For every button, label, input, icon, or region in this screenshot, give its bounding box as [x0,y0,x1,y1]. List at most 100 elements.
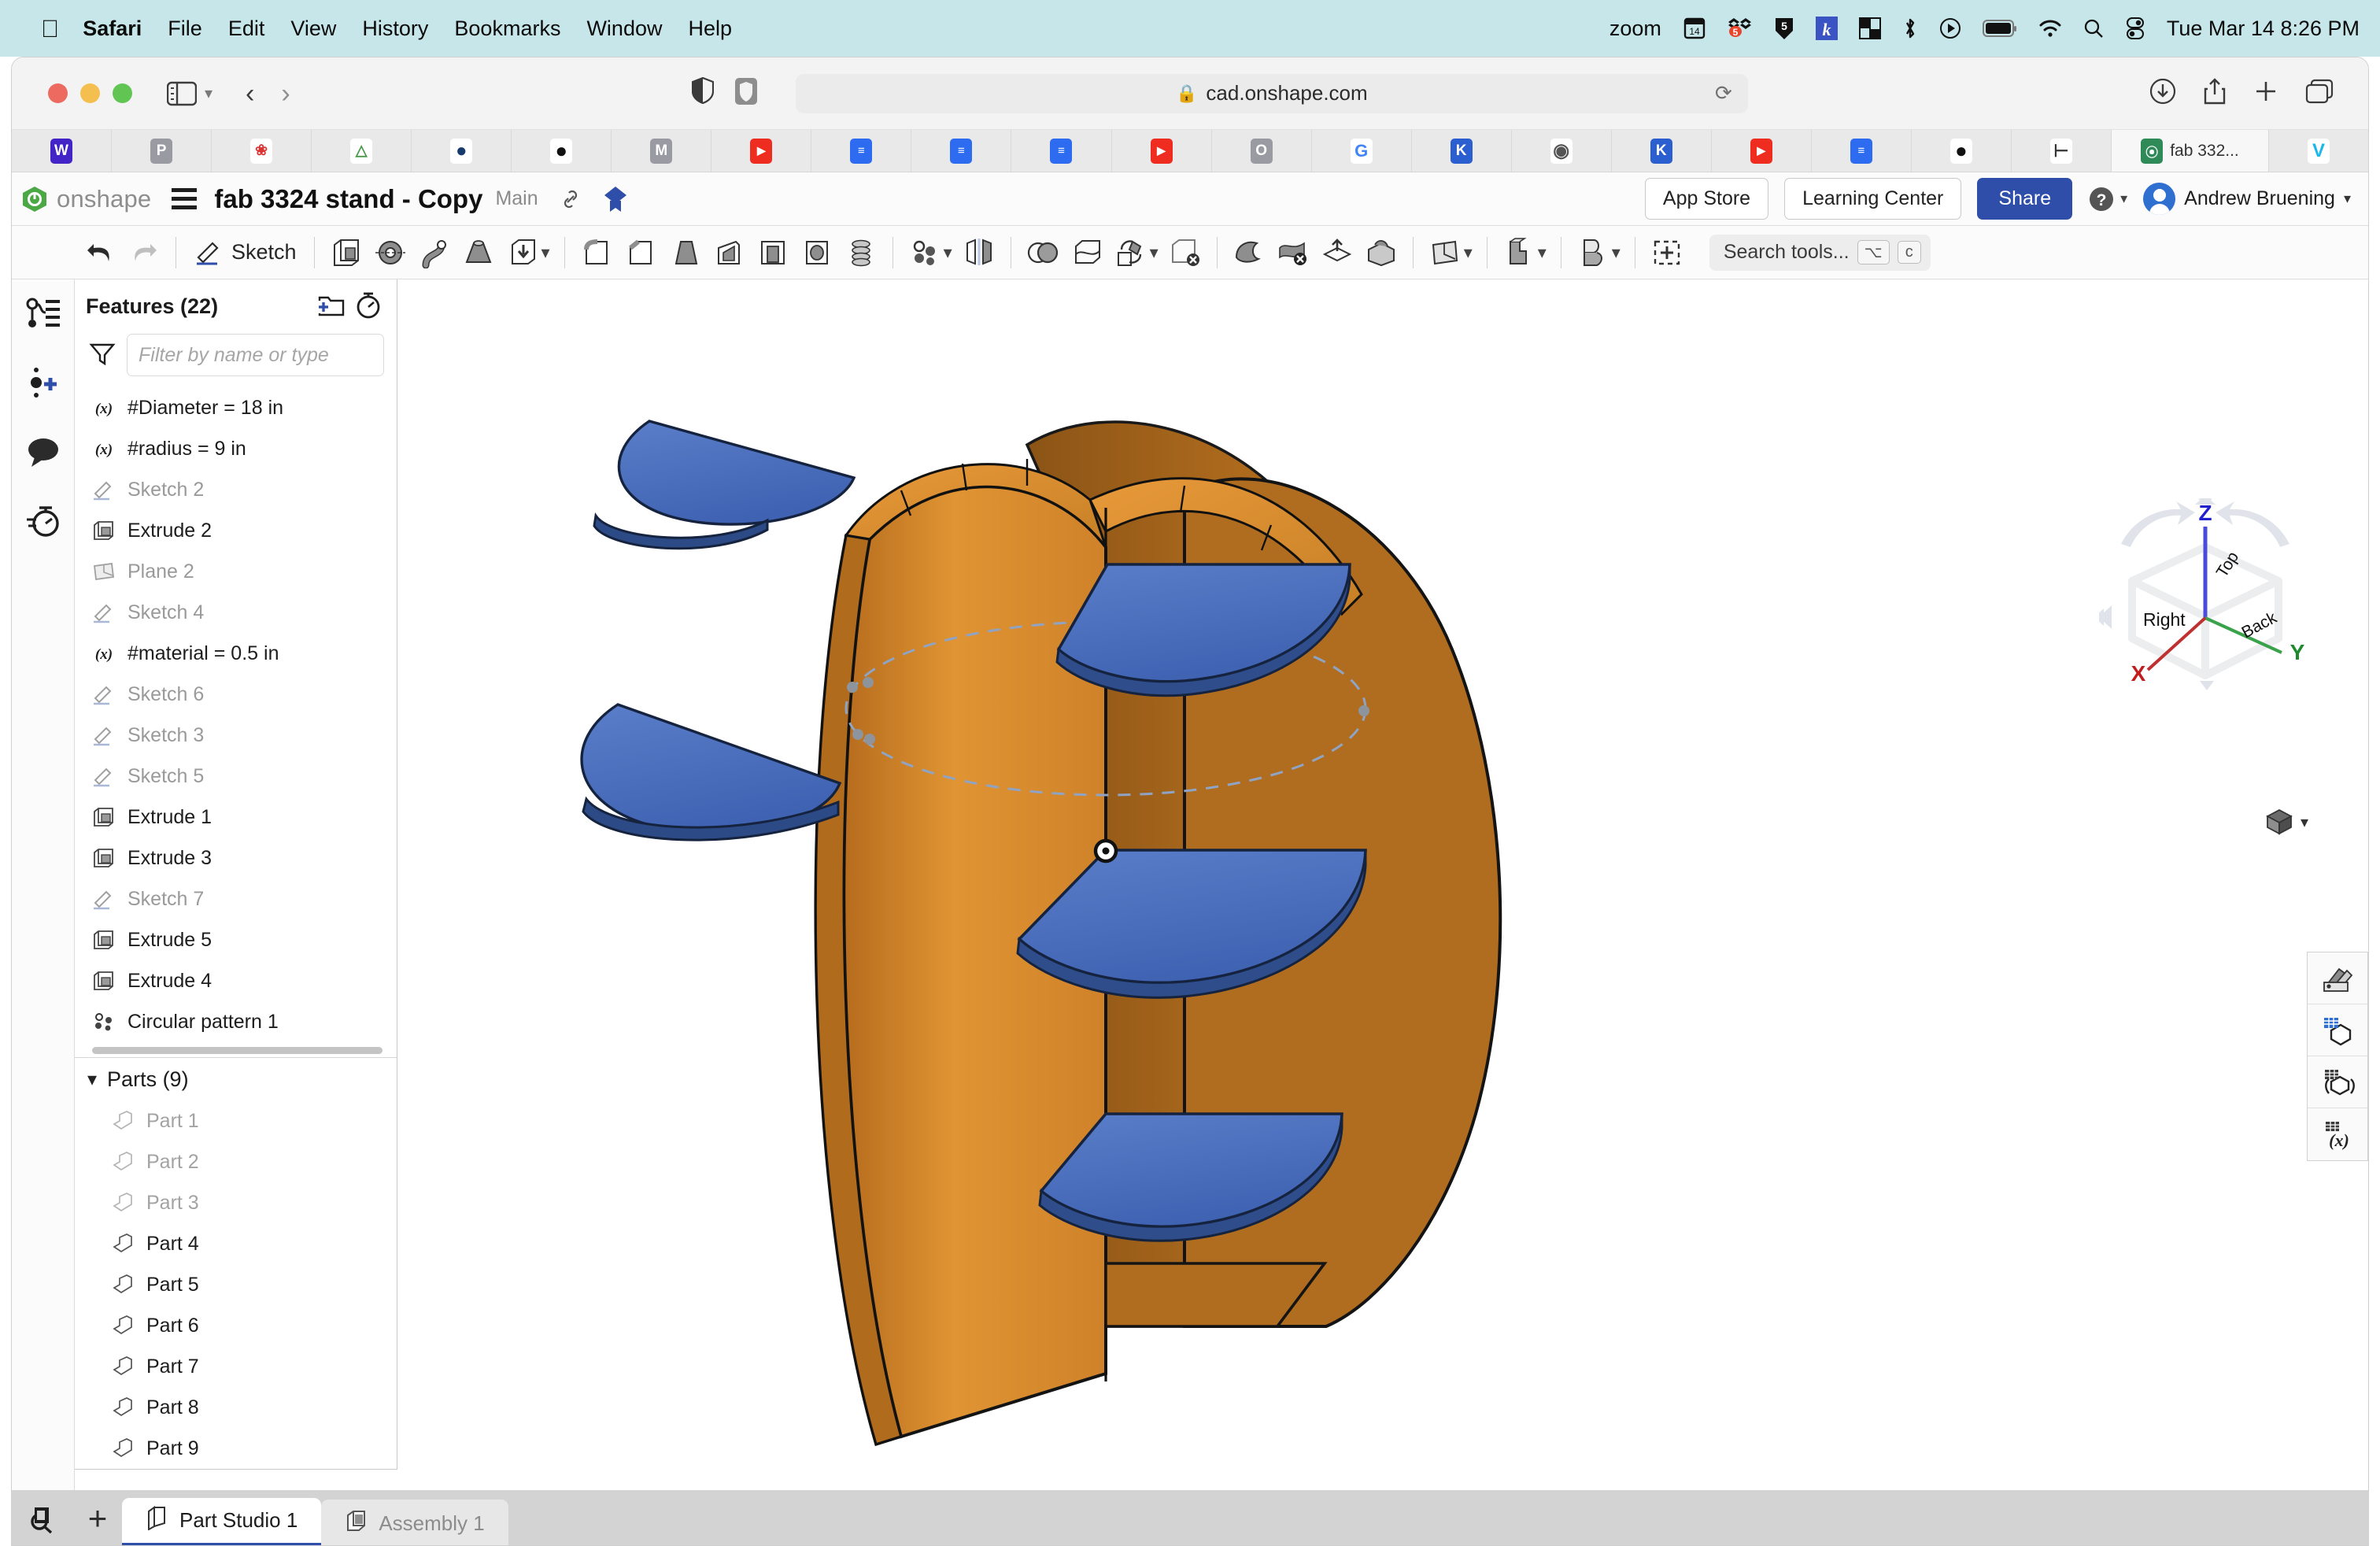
variable-studio-icon[interactable]: (x) [2308,1108,2367,1160]
fillet-icon[interactable] [575,231,619,275]
configuration-icon[interactable] [2308,1056,2367,1108]
chevron-down-icon[interactable]: ▾ [1464,242,1477,263]
thread-icon[interactable] [839,231,883,275]
share-icon[interactable] [2203,78,2227,109]
menu-file[interactable]: File [168,17,202,41]
play-circle-icon[interactable] [1939,17,1961,39]
tab-git[interactable]: ⊢ [2012,130,2112,172]
redo-icon[interactable] [122,231,166,275]
undo-icon[interactable] [78,231,122,275]
chevron-down-icon[interactable]: ▾ [1150,242,1163,263]
tab-doc-3[interactable]: ≡ [1011,130,1112,172]
pattern-icon[interactable] [903,231,947,275]
add-version-icon[interactable] [24,363,63,402]
search-tools-box[interactable]: Search tools... ⌥ c [1709,234,1931,271]
chevron-down-icon[interactable]: ▾ [944,242,957,263]
zoom-status-item[interactable]: zoom [1609,17,1661,41]
tab-github[interactable]: ● [512,130,612,172]
menu-edit[interactable]: Edit [228,17,265,41]
tab-active-onshape[interactable]: ⦿ fab 332... [2111,130,2269,172]
filter-icon[interactable] [89,340,116,371]
appearance-icon[interactable] [2308,952,2367,1004]
sidebar-chevron-down-icon[interactable]: ▾ [205,83,213,103]
enclose-icon[interactable] [1359,231,1403,275]
feature-row[interactable]: (x) #material = 0.5 in [75,633,397,674]
feature-row[interactable]: Plane 2 [75,551,397,592]
menu-safari[interactable]: Safari [83,17,142,41]
feature-row[interactable]: Extrude 3 [75,838,397,878]
window-controls[interactable] [48,83,132,103]
address-bar[interactable]: 🔒 cad.onshape.com ⟳ [795,73,1748,113]
tab-p[interactable]: P [112,130,213,172]
filter-input[interactable]: Filter by name or type [127,334,384,376]
feature-row[interactable]: Extrude 1 [75,797,397,838]
tab-youtube-3[interactable]: ▶ [1712,130,1812,172]
chevron-down-icon[interactable]: ▾ [1612,242,1625,263]
tab-k-2[interactable]: K [1612,130,1712,172]
rotate-right-arrow[interactable] [2216,501,2289,547]
sidebar-toggle-icon[interactable] [167,81,197,106]
back-button[interactable]: ‹ [246,80,254,107]
chevron-down-icon[interactable]: ▾ [87,1068,97,1091]
feature-row[interactable]: Sketch 5 [75,756,397,797]
karabiner-k-icon[interactable]: k [1815,17,1838,40]
calendar-icon[interactable]: 14 [1683,17,1706,40]
chamfer-icon[interactable] [619,231,663,275]
chevron-down-icon[interactable]: ▾ [541,242,555,263]
mirror-icon[interactable] [957,231,1001,275]
help-menu[interactable]: ? ▾ [2088,186,2127,213]
link-icon[interactable] [559,187,582,211]
battery-icon[interactable] [1982,19,2017,38]
close-window-button[interactable] [48,83,68,103]
rotate-side-arrow[interactable] [2099,605,2112,629]
part-row[interactable]: Part 6 [75,1305,397,1346]
new-folder-icon[interactable] [316,291,346,322]
tab-m[interactable]: M [612,130,712,172]
tab-tree[interactable]: △ [312,130,412,172]
onshape-badge-icon[interactable] [603,186,628,213]
delete-face-icon[interactable] [1271,231,1315,275]
part-row[interactable]: Part 5 [75,1264,397,1305]
move-face-icon[interactable] [1315,231,1359,275]
draft-icon[interactable] [663,231,707,275]
loft-icon[interactable] [456,231,501,275]
draft-surface-icon[interactable] [1227,231,1271,275]
cad-model[interactable] [397,279,2368,1546]
tab-doc-4[interactable]: ≡ [1812,130,1912,172]
menu-window[interactable]: Window [586,17,662,41]
search-icon[interactable] [2083,18,2104,39]
tab-owl[interactable]: ● [412,130,512,172]
tab-doc-1[interactable]: ≡ [811,130,912,172]
part-row[interactable]: Part 2 [75,1141,397,1182]
tab-assembly-1[interactable]: Assembly 1 [321,1500,508,1545]
chevron-down-icon[interactable]: ▾ [1538,242,1551,263]
wifi-icon[interactable] [2038,19,2062,38]
tab-google[interactable]: G [1312,130,1412,172]
app-store-button[interactable]: App Store [1644,178,1769,220]
surface-icon[interactable] [1571,231,1615,275]
new-tab-icon[interactable] [2253,79,2278,108]
feature-row[interactable]: Sketch 3 [75,715,397,756]
feature-row[interactable]: Sketch 6 [75,674,397,715]
control-center-icon[interactable] [2125,17,2145,40]
revolve-icon[interactable] [368,231,412,275]
shelf-back-left[interactable] [617,420,856,526]
boolean-icon[interactable] [1021,231,1065,275]
five-shield-icon[interactable]: 5 [1774,17,1794,40]
part-row[interactable]: Part 7 [75,1346,397,1387]
insert-feature-icon[interactable] [1645,231,1689,275]
rotate-down-arrow[interactable] [2200,681,2214,690]
plane-icon[interactable] [1423,231,1467,275]
clock-datetime[interactable]: Tue Mar 14 8:26 PM [2167,17,2360,41]
feature-row[interactable]: Sketch 4 [75,592,397,633]
part-row[interactable]: Part 3 [75,1182,397,1223]
sheet-metal-icon[interactable] [1497,231,1541,275]
feature-list-icon[interactable] [24,294,63,333]
sketch-point[interactable] [852,729,863,740]
onshape-brand[interactable]: onshape [21,185,151,213]
rotate-left-arrow[interactable] [2121,501,2195,547]
tab-youtube-1[interactable]: ▶ [711,130,812,172]
add-tab-button[interactable]: + [73,1500,122,1537]
tab-youtube-2[interactable]: ▶ [1112,130,1212,172]
branch-label[interactable]: Main [495,187,538,210]
